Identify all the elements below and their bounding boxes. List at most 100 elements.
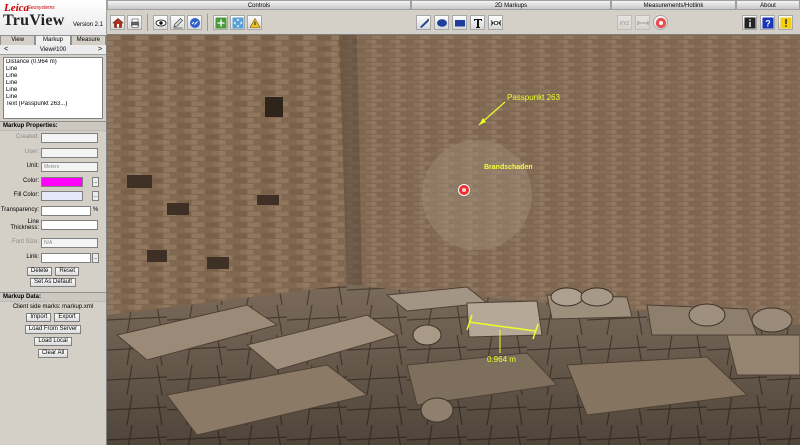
view-name: View#100 (39, 46, 67, 53)
measurements-header: Measurements/Hotlink (611, 0, 736, 10)
measurements-group: Measurements/Hotlink XYZ (611, 0, 736, 35)
rectangle-tool-icon[interactable] (452, 15, 467, 30)
next-view-button[interactable]: > (94, 46, 106, 53)
top-toolbar: Leica Geosystems TruView Version 2.1 Con… (0, 0, 800, 35)
tab-measure[interactable]: Measure (70, 35, 106, 45)
leica-truview-logo: Leica Geosystems TruView Version 2.1 (0, 0, 107, 35)
version-label: Version 2.1 (73, 22, 104, 28)
svg-text:XYZ: XYZ (619, 21, 629, 27)
controls-group: Controls (107, 0, 411, 35)
fill-color-label: Fill Color: (13, 192, 39, 198)
home-icon[interactable] (110, 15, 125, 30)
fill-color-swatch[interactable] (41, 191, 83, 201)
client-side-note: Client side marks: markup.xml (12, 304, 94, 310)
distance-label[interactable]: 0.964 m (487, 355, 516, 364)
xyz-measure-icon[interactable]: XYZ (617, 15, 632, 30)
user-label: User: (24, 148, 39, 155)
line-thickness-label: Line Thickness: (10, 219, 39, 231)
link-label: Link: (26, 253, 39, 260)
export-button[interactable]: Export (54, 313, 80, 322)
distance-measure-icon[interactable] (635, 15, 650, 30)
ellipse-tool-icon[interactable] (434, 15, 449, 30)
tab-view[interactable]: View (0, 35, 36, 45)
load-from-server-button[interactable]: Load From Server (24, 325, 82, 334)
clear-all-button[interactable]: Clear All (37, 349, 69, 358)
pan-arrows-icon[interactable] (230, 15, 245, 30)
user-field (41, 147, 98, 158)
tab-markup[interactable]: Markup (35, 35, 71, 45)
link-browse-button[interactable]: ... (92, 252, 99, 263)
panorama-view[interactable]: Passpunkt 263 Brandschaden 0.964 m (107, 35, 800, 445)
link-icon[interactable] (187, 15, 202, 30)
truview-app: Leica Geosystems TruView Version 2.1 Con… (0, 0, 800, 445)
unit-label: Unit: (26, 163, 39, 169)
font-size-row: Font Size: N/A (0, 236, 106, 251)
markup-data-title: Markup Data: (0, 292, 106, 302)
line-segment-tool-icon[interactable] (488, 15, 503, 30)
fill-color-row: Fill Color: ... (0, 189, 106, 204)
notice-icon[interactable] (778, 15, 793, 30)
markup-list[interactable]: Distance (0.964 m) Line Line Line Line L… (3, 57, 103, 119)
created-field (41, 133, 98, 143)
toolbar-separator (207, 14, 208, 31)
product-name: TruView (3, 12, 65, 29)
list-item[interactable]: Line (6, 73, 100, 80)
right-wall (342, 35, 800, 325)
created-label: Created: (15, 134, 39, 140)
transparency-label: Transparency: (0, 206, 39, 213)
delete-button[interactable]: Delete (26, 267, 53, 276)
toolbar-separator (147, 14, 148, 31)
left-panel: View Markup Measure < View#100 > Distanc… (0, 35, 107, 445)
transparency-field[interactable] (41, 205, 91, 216)
load-local-button[interactable]: Load Local (34, 337, 72, 346)
color-swatch[interactable] (41, 176, 83, 187)
line-thickness-field[interactable] (41, 220, 98, 230)
view-navigator: < View#100 > (0, 45, 106, 55)
list-item[interactable]: Text (Passpunkt 263...) (6, 101, 100, 108)
line-tool-icon[interactable] (416, 15, 431, 30)
warning-icon[interactable] (247, 15, 262, 30)
measured-slab (466, 300, 543, 338)
pencil-markup-icon[interactable] (170, 15, 185, 30)
info-icon[interactable] (742, 15, 757, 30)
eye-icon[interactable] (153, 15, 168, 30)
transparency-row: Transparency: % (0, 204, 106, 219)
list-item[interactable]: Line (6, 80, 100, 87)
color-picker-button[interactable]: ... (92, 176, 99, 187)
print-icon[interactable] (127, 15, 142, 30)
line-thickness-row: Line Thickness: (0, 218, 106, 236)
list-item[interactable]: Line (6, 94, 100, 101)
controls-header: Controls (107, 0, 411, 10)
link-row: Link: ... (0, 251, 106, 266)
list-item[interactable]: Distance (0.964 m) (6, 59, 100, 66)
set-as-default-button[interactable]: Set As Default (29, 278, 77, 287)
help-icon[interactable]: ? (760, 15, 775, 30)
link-field[interactable] (41, 252, 91, 263)
about-group: About ? (736, 0, 800, 35)
created-row: Created: (0, 131, 106, 146)
brandschaden-label[interactable]: Brandschaden (484, 164, 533, 171)
passpunkt-label[interactable]: Passpunkt 263 (507, 93, 560, 102)
color-row: Color: ... (0, 175, 106, 190)
reset-button[interactable]: Reset (55, 267, 80, 276)
hotlink-icon[interactable] (653, 15, 668, 30)
font-size-field: N/A (41, 238, 98, 248)
list-item[interactable]: Line (6, 66, 100, 73)
unit-select[interactable]: Meters (41, 162, 98, 172)
scan-scene (107, 35, 800, 445)
markups-2d-group: 2D Markups (411, 0, 611, 35)
import-button[interactable]: Import (26, 313, 52, 322)
svg-text:?: ? (765, 18, 771, 28)
markup-properties-title: Markup Properties: (0, 121, 106, 131)
about-header: About (736, 0, 800, 10)
prev-view-button[interactable]: < (0, 46, 12, 53)
plus-zoom-icon[interactable] (213, 15, 228, 30)
percent-unit: % (93, 206, 99, 213)
brand-sub-text: Geosystems (27, 5, 55, 11)
markups-2d-header: 2D Markups (411, 0, 611, 10)
list-item[interactable]: Line (6, 87, 100, 94)
text-tool-icon[interactable] (470, 15, 485, 30)
color-label: Color: (22, 177, 39, 184)
fill-color-picker-button[interactable]: ... (92, 191, 99, 201)
unit-row: Unit: Meters (0, 160, 106, 175)
